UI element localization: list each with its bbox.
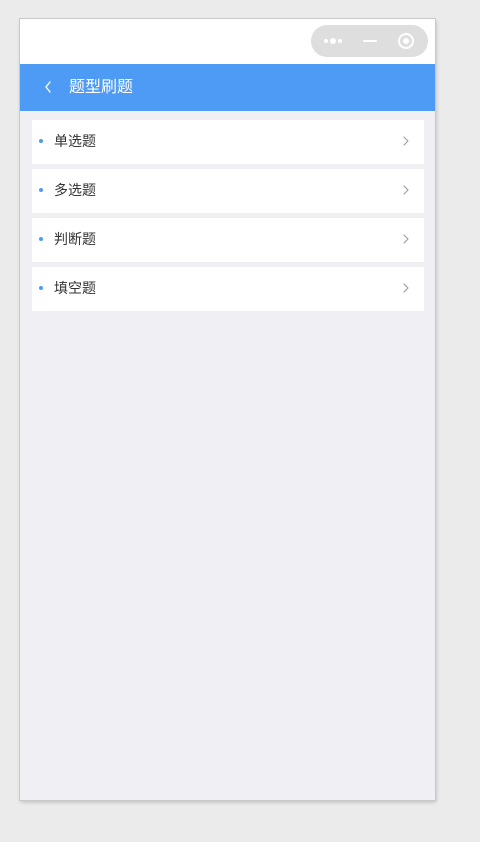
phone-frame: 题型刷题 单选题 多选题 判断题 填空题 bbox=[20, 19, 435, 800]
list-item[interactable]: 多选题 bbox=[32, 169, 424, 213]
bullet-dot bbox=[39, 188, 43, 192]
bullet-dot bbox=[39, 286, 43, 290]
chevron-right-icon bbox=[401, 183, 411, 197]
list-item[interactable]: 单选题 bbox=[32, 120, 424, 164]
close-target-icon[interactable] bbox=[398, 33, 414, 49]
bullet-dot bbox=[39, 139, 43, 143]
chevron-right-icon bbox=[401, 134, 411, 148]
list-item-label: 单选题 bbox=[54, 134, 96, 150]
bullet-dot bbox=[39, 237, 43, 241]
more-dots-icon[interactable] bbox=[323, 25, 345, 57]
mini-program-capsule bbox=[311, 25, 428, 57]
list-item[interactable]: 判断题 bbox=[32, 218, 424, 262]
question-type-list: 单选题 多选题 判断题 填空题 bbox=[32, 120, 424, 316]
page-title: 题型刷题 bbox=[69, 77, 134, 96]
mini-program-top-bar bbox=[20, 19, 435, 64]
chevron-right-icon bbox=[401, 281, 411, 295]
minimize-icon[interactable] bbox=[363, 40, 377, 42]
back-button[interactable] bbox=[38, 74, 62, 100]
list-item[interactable]: 填空题 bbox=[32, 267, 424, 311]
list-item-label: 判断题 bbox=[54, 232, 96, 248]
chevron-left-icon bbox=[45, 81, 51, 93]
chevron-right-icon bbox=[401, 232, 411, 246]
list-item-label: 多选题 bbox=[54, 183, 96, 199]
navigation-bar: 题型刷题 bbox=[20, 64, 435, 111]
list-item-label: 填空题 bbox=[54, 281, 96, 297]
